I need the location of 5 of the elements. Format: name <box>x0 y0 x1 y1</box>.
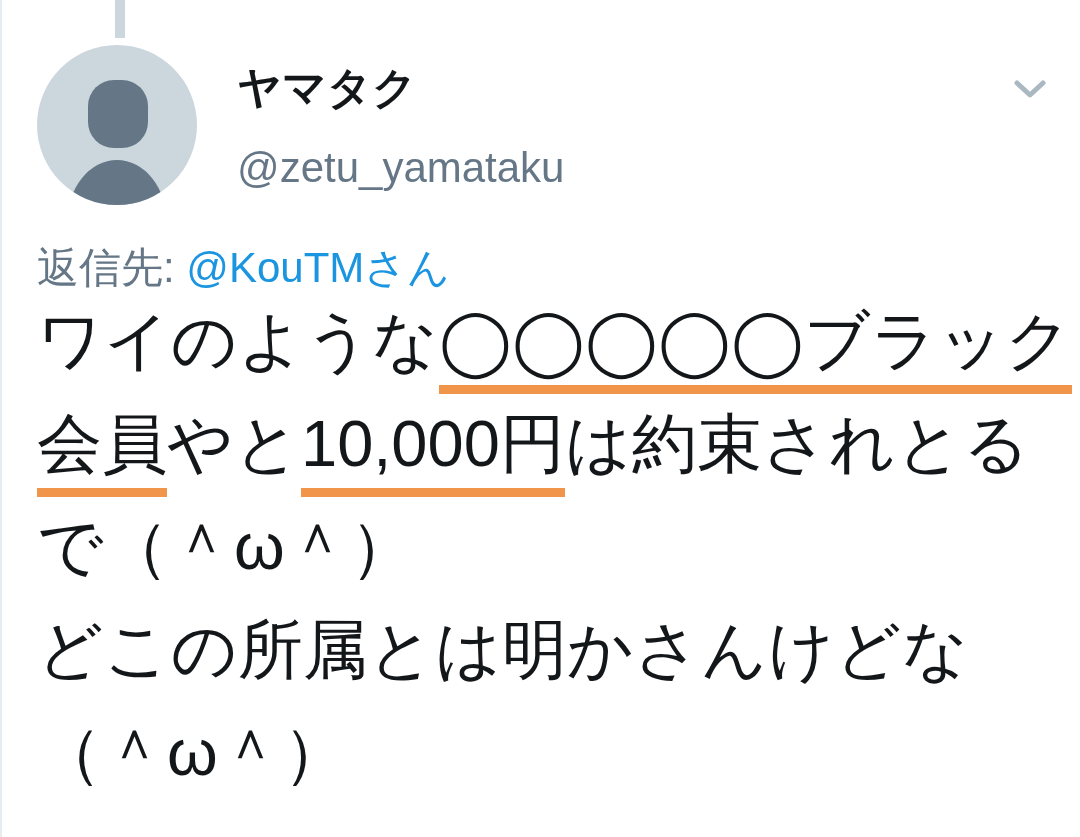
tweet-text: ワイのような◯◯◯◯◯ブラック 会員やと 10,000円は約束されとる で（＾ω＾） どこの所属とは明かさんけどな （＾ω＾） <box>37 301 1072 791</box>
author-name[interactable]: ヤマタク <box>237 60 417 116</box>
reply-to-text: 返信先: @KouTMさん <box>37 243 451 293</box>
author-handle: @zetu_yamataku <box>237 143 565 193</box>
avatar-icon[interactable] <box>37 45 197 205</box>
